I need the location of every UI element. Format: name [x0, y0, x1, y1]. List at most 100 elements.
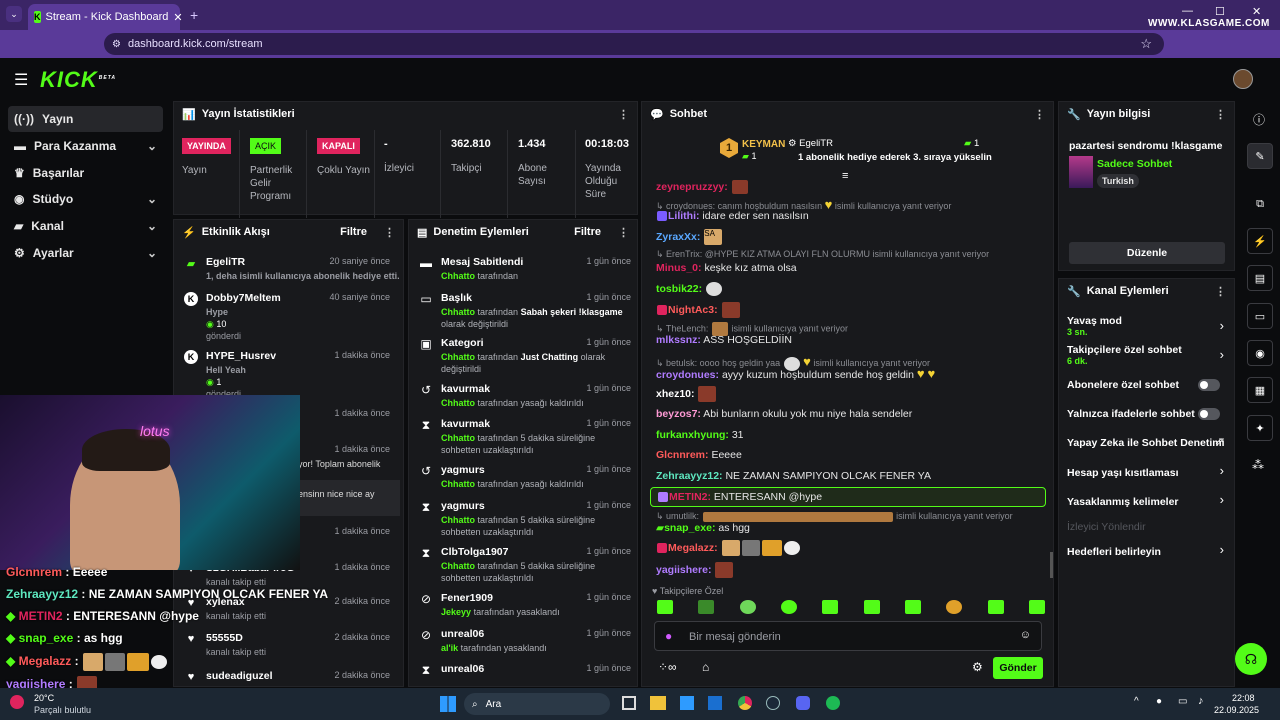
store-icon[interactable]: ⌂ [702, 660, 709, 674]
category-link[interactable]: Sadece Sohbet [1097, 158, 1172, 170]
broadcast-icon[interactable]: ◉ [1247, 340, 1273, 366]
layout-icon[interactable]: ⧉ [1247, 191, 1273, 217]
emote-icon[interactable] [657, 600, 673, 614]
volume-icon[interactable]: ♪ [1198, 695, 1204, 707]
kebab-menu-icon[interactable]: ⋮ [618, 108, 629, 121]
chat-icon[interactable]: ▭ [1247, 303, 1273, 329]
logo-beta: BETA [98, 74, 117, 81]
pencil-icon[interactable]: ✎ [1247, 143, 1273, 169]
mod-action: Fener1909 [441, 592, 493, 604]
kebab-menu-icon[interactable]: ⋮ [1215, 285, 1226, 298]
tag-pill[interactable]: Turkish [1097, 174, 1139, 188]
flash-icon[interactable]: ⚡ [1247, 228, 1273, 254]
notes-icon[interactable]: ▤ [1247, 265, 1273, 291]
sidebar-item-monetization[interactable]: ▬ Para Kazanma ⌄ [8, 133, 163, 159]
window-maximize-button[interactable]: ☐ [1215, 5, 1225, 18]
mic-icon[interactable]: ● [665, 629, 672, 643]
window-minimize-button[interactable]: — [1182, 5, 1193, 17]
chat-panel: 💬 Sohbet ⋮ 1 KEYMAN ▰ 1 ⚙ EgeliTR ▰ 1 1 a… [641, 101, 1054, 687]
emote-icon[interactable] [1028, 600, 1045, 614]
goals-row[interactable]: Hedefleri belirleyin [1067, 546, 1227, 558]
account-age-row[interactable]: Hesap yaşı kısıtlaması [1067, 467, 1227, 479]
app-header: ☰ [0, 58, 1280, 100]
kicks-icon: ◉ [206, 377, 214, 387]
file-explorer-icon[interactable] [650, 696, 666, 710]
emote-only-toggle[interactable] [1198, 408, 1220, 420]
dashboard-icon[interactable]: ▦ [1247, 377, 1273, 403]
user-avatar[interactable] [1233, 69, 1253, 89]
chat-settings-icon[interactable]: ⚙ [972, 660, 983, 674]
emoji-picker-icon[interactable]: ☺ [1020, 629, 1031, 641]
window-close-button[interactable]: ✕ [1252, 5, 1261, 18]
chat-message: ZyraxXx: SA [656, 229, 723, 245]
chrome-icon[interactable] [738, 696, 752, 710]
kebab-menu-icon[interactable]: ⋮ [618, 226, 629, 239]
mod-time: 1 gün önce [586, 500, 631, 510]
tools-icon[interactable]: ✦ [1247, 415, 1273, 441]
chat-input-placeholder: Bir mesaj gönderin [689, 631, 781, 643]
start-button[interactable] [440, 696, 456, 712]
taskbar-search[interactable]: ⌕ Ara [464, 693, 610, 715]
sidebar-item-settings[interactable]: ⚙ Ayarlar ⌄ [8, 240, 163, 266]
kebab-menu-icon[interactable]: ⋮ [1034, 108, 1045, 121]
banned-words-row[interactable]: Yasaklanmış kelimeler [1067, 496, 1227, 508]
tab-close-icon[interactable]: ✕ [173, 11, 182, 24]
weather-icon[interactable] [10, 695, 24, 709]
url-field[interactable]: ⚙ dashboard.kick.com/stream ☆ [104, 33, 1164, 55]
bookmark-star-icon[interactable]: ☆ [1140, 36, 1152, 52]
tray-chevron-icon[interactable]: ^ [1134, 696, 1139, 707]
info-icon[interactable]: ⓘ [1253, 111, 1265, 128]
stat-uptime: 00:18:03 Yayında Olduğu Süre [585, 138, 629, 201]
stream-title: pazartesi sendromu !klasgame [1069, 140, 1223, 152]
outlook-icon[interactable] [708, 696, 722, 710]
action-label: Hesap yaşı kısıtlaması [1067, 467, 1179, 479]
chat-tools-icon[interactable]: ⁘∞ [658, 660, 677, 674]
browser-tab[interactable]: K Stream - Kick Dashboard ✕ [28, 4, 183, 30]
tab-list-button[interactable]: ⌄ [6, 6, 22, 22]
followers-chat-row[interactable]: Takipçilere özel sohbet 6 dk. [1067, 344, 1227, 366]
emote-icon[interactable] [904, 600, 921, 614]
hamburger-menu-icon[interactable]: ☰ [14, 70, 28, 90]
spotify-icon[interactable] [826, 696, 840, 710]
tab-title: Stream - Kick Dashboard [45, 11, 169, 23]
support-button[interactable]: ☊ [1235, 643, 1267, 675]
task-view-icon[interactable] [622, 696, 636, 710]
emote-icon[interactable] [822, 600, 839, 614]
edit-button[interactable]: Düzenle [1069, 242, 1225, 264]
network-icon[interactable]: ▭ [1178, 696, 1187, 707]
sidebar-item-achievements[interactable]: ♛ Başarılar [8, 160, 163, 186]
chevron-right-icon: › [1219, 347, 1224, 362]
chat-scrollbar[interactable] [1050, 552, 1053, 578]
chat-reply-ref: ↳ umutlilk: isimli kullanıcıya yanıt ver… [656, 511, 1013, 522]
steam-icon[interactable] [766, 696, 780, 710]
new-tab-button[interactable]: + [190, 7, 198, 23]
sidebar-item-channel[interactable]: ▰ Kanal ⌄ [8, 213, 163, 239]
kebab-menu-icon[interactable]: ⋮ [384, 226, 395, 239]
multistream-badge: KAPALI [317, 138, 360, 154]
emote-icon[interactable] [739, 600, 756, 614]
kick-logo[interactable]: KICKBETA [40, 67, 116, 93]
emote-icon[interactable] [780, 600, 797, 614]
chat-input-box[interactable]: ● Bir mesaj gönderin ☺ [654, 621, 1042, 651]
sidebar-item-stream[interactable]: ((·)) Yayın [8, 106, 163, 132]
slow-mode-row[interactable]: Yavaş mod 3 sn. [1067, 315, 1227, 337]
emote-icon[interactable] [987, 600, 1004, 614]
kebab-menu-icon[interactable]: ⋮ [1215, 108, 1226, 121]
site-info-icon[interactable]: ⚙ [112, 39, 121, 50]
filter-button[interactable]: Filtre [340, 226, 367, 238]
emote-icon[interactable] [698, 600, 715, 614]
ai-moderation-row[interactable]: Yapay Zeka ile Sohbet Denetimi [1067, 437, 1227, 449]
subs-chat-toggle[interactable] [1198, 379, 1220, 391]
moderation-header: ▤ Denetim Eylemleri [409, 220, 637, 244]
community-icon[interactable]: ⁂ [1252, 458, 1264, 472]
mic-tray-icon[interactable]: ● [1156, 696, 1162, 707]
emote-icon[interactable] [946, 600, 963, 614]
emote-icon[interactable] [863, 600, 880, 614]
send-button[interactable]: Gönder [993, 657, 1043, 679]
chevron-right-icon: › [1219, 492, 1224, 507]
sidebar-item-studio[interactable]: ◉ Stüdyo ⌄ [8, 186, 163, 212]
filter-button[interactable]: Filtre [574, 226, 601, 238]
mod-action: ClbTolga1907 [441, 546, 509, 558]
store-app-icon[interactable] [680, 696, 694, 710]
discord-icon[interactable] [796, 696, 810, 710]
